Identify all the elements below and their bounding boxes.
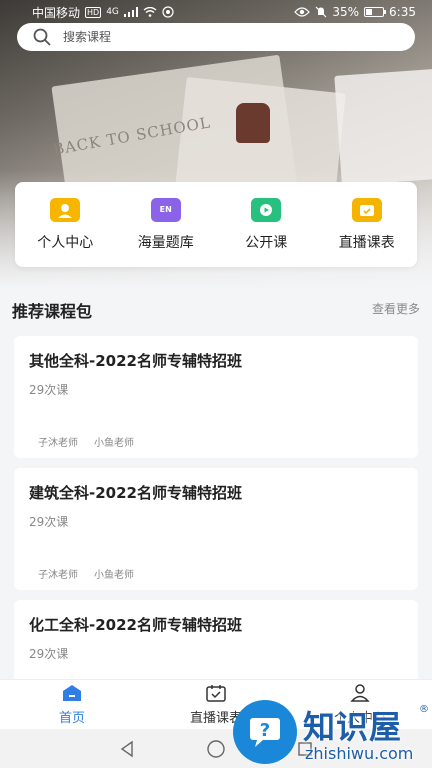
course-teachers: 子沐老师 小鱼老师 xyxy=(38,434,134,449)
quick-menu: 个人中心 EN 海量题库 公开课 直播课表 xyxy=(15,182,417,267)
person-icon xyxy=(50,197,81,222)
course-lesson-count: 29次课 xyxy=(29,647,69,661)
section-title: 推荐课程包 xyxy=(12,302,93,321)
quick-item-label: 个人中心 xyxy=(37,234,94,251)
watermark-registered: ® xyxy=(419,704,429,715)
banner-stamp xyxy=(236,103,270,143)
course-lesson-count: 29次课 xyxy=(29,515,69,529)
quick-item-live-schedule[interactable]: 直播课表 xyxy=(322,197,412,252)
search-input[interactable] xyxy=(63,30,363,44)
svg-text:?: ? xyxy=(260,720,270,741)
battery-percent: 35% xyxy=(332,5,360,19)
eye-icon xyxy=(294,7,311,17)
watermark: ? 知识屋 ® zhishiwu.com xyxy=(233,700,432,768)
tab-home[interactable]: 首页 xyxy=(0,680,144,729)
search-bar[interactable] xyxy=(17,23,415,51)
banner-notebook xyxy=(334,68,432,186)
teacher-name: 小鱼老师 xyxy=(94,438,134,449)
watermark-url: zhishiwu.com xyxy=(305,744,414,763)
home-icon xyxy=(61,684,83,702)
hd-badge: HD xyxy=(85,6,102,18)
video-play-icon xyxy=(251,197,282,222)
mute-bell-icon xyxy=(315,6,327,18)
signal-icon xyxy=(123,7,138,17)
course-title: 化工全科-2022名师专辅特招班 xyxy=(29,616,242,634)
quick-item-label: 海量题库 xyxy=(137,234,194,251)
back-icon[interactable] xyxy=(118,740,136,758)
calendar-icon xyxy=(205,684,227,702)
battery-icon xyxy=(364,7,387,17)
book-en-icon: EN xyxy=(150,197,181,222)
carrier-label: 中国移动 xyxy=(32,5,81,20)
course-lesson-count: 29次课 xyxy=(29,383,69,397)
nfc-icon xyxy=(162,6,174,18)
teacher-name: 子沐老师 xyxy=(38,570,78,581)
watermark-logo: ? xyxy=(233,700,297,764)
quick-item-question-bank[interactable]: EN 海量题库 xyxy=(121,197,211,252)
network-label: 4G xyxy=(106,7,119,17)
calendar-check-icon xyxy=(351,197,382,222)
status-bar: 中国移动 HD 4G 35% 6:35 xyxy=(0,0,432,24)
course-card[interactable]: 建筑全科-2022名师专辅特招班 29次课 子沐老师 小鱼老师 xyxy=(14,468,418,590)
course-title: 建筑全科-2022名师专辅特招班 xyxy=(29,484,242,502)
quick-item-label: 直播课表 xyxy=(338,234,395,251)
course-card[interactable]: 化工全科-2022名师专辅特招班 29次课 xyxy=(14,600,418,680)
watermark-brand: 知识屋 xyxy=(303,708,403,746)
search-icon xyxy=(33,28,51,46)
quick-item-label: 公开课 xyxy=(245,234,288,251)
user-icon xyxy=(349,683,371,702)
see-more-link[interactable]: 查看更多 xyxy=(372,300,420,317)
tab-label: 首页 xyxy=(58,710,85,726)
home-circle-icon[interactable] xyxy=(206,739,226,759)
teacher-name: 小鱼老师 xyxy=(94,570,134,581)
quick-item-personal-center[interactable]: 个人中心 xyxy=(20,197,110,252)
course-title: 其他全科-2022名师专辅特招班 xyxy=(29,352,242,370)
course-card[interactable]: 其他全科-2022名师专辅特招班 29次课 子沐老师 小鱼老师 xyxy=(14,336,418,458)
wifi-icon xyxy=(143,7,157,17)
teacher-name: 子沐老师 xyxy=(38,438,78,449)
quick-item-open-course[interactable]: 公开课 xyxy=(221,197,311,252)
course-teachers: 子沐老师 小鱼老师 xyxy=(38,566,134,581)
clock: 6:35 xyxy=(389,5,416,19)
